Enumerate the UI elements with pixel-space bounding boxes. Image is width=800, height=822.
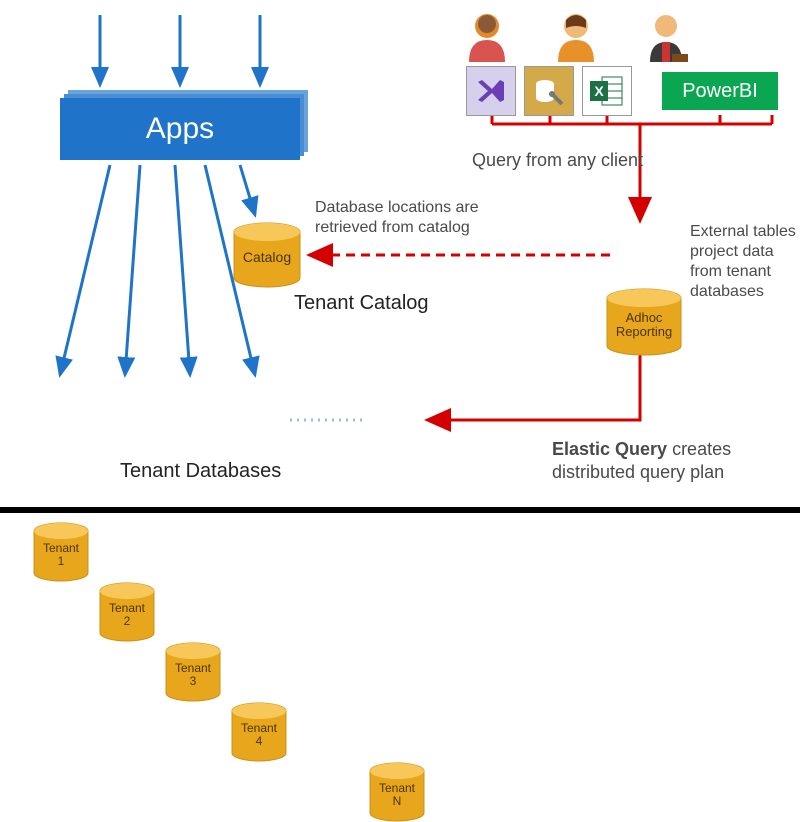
tenant-num: 1 bbox=[58, 554, 65, 568]
apps-box: Apps bbox=[60, 98, 300, 160]
caption-tenant-databases: Tenant Databases bbox=[120, 460, 281, 483]
elastic-bold: Elastic Query bbox=[552, 439, 667, 459]
tenant-num: N bbox=[393, 794, 402, 808]
caption-db-locations: Database locations are retrieved from ca… bbox=[315, 198, 510, 238]
db-tool-icon bbox=[524, 66, 574, 116]
tenant-db-4: Tenant4 bbox=[230, 702, 288, 762]
svg-text:X: X bbox=[594, 83, 604, 99]
business-user-icon bbox=[642, 10, 690, 62]
tenant-num: 3 bbox=[190, 674, 197, 688]
visual-studio-icon bbox=[466, 66, 516, 116]
tenant-name: Tenant bbox=[109, 601, 145, 615]
catalog-db: Catalog bbox=[232, 222, 302, 288]
catalog-label: Catalog bbox=[243, 244, 291, 265]
user-icon bbox=[463, 10, 511, 62]
tenant-num: 4 bbox=[256, 734, 263, 748]
caption-tenant-catalog: Tenant Catalog bbox=[294, 292, 429, 315]
architecture-diagram: Apps Catalog Adhoc Reporting Tenant1 Ten… bbox=[0, 0, 800, 513]
powerbi-tile: PowerBI bbox=[662, 72, 778, 110]
tenant-name: Tenant bbox=[175, 661, 211, 675]
tenant-db-2: Tenant2 bbox=[98, 582, 156, 642]
tenant-num: 2 bbox=[124, 614, 131, 628]
excel-icon: X bbox=[582, 66, 632, 116]
tenant-db-3: Tenant3 bbox=[164, 642, 222, 702]
adhoc-db: Adhoc Reporting bbox=[605, 288, 683, 356]
user-icon bbox=[552, 10, 600, 62]
tenant-db-1: Tenant1 bbox=[32, 522, 90, 582]
tenant-db-n: TenantN bbox=[368, 762, 426, 822]
tenant-name: Tenant bbox=[379, 781, 415, 795]
tenant-name: Tenant bbox=[241, 721, 277, 735]
caption-external-tables: External tables project data from tenant… bbox=[690, 222, 798, 302]
tenant-name: Tenant bbox=[43, 541, 79, 555]
caption-query-client: Query from any client bbox=[472, 150, 643, 171]
adhoc-label: Adhoc Reporting bbox=[616, 305, 672, 340]
caption-elastic-query: Elastic Query creates distributed query … bbox=[552, 438, 782, 483]
apps-label: Apps bbox=[146, 112, 214, 146]
powerbi-label: PowerBI bbox=[682, 80, 758, 103]
